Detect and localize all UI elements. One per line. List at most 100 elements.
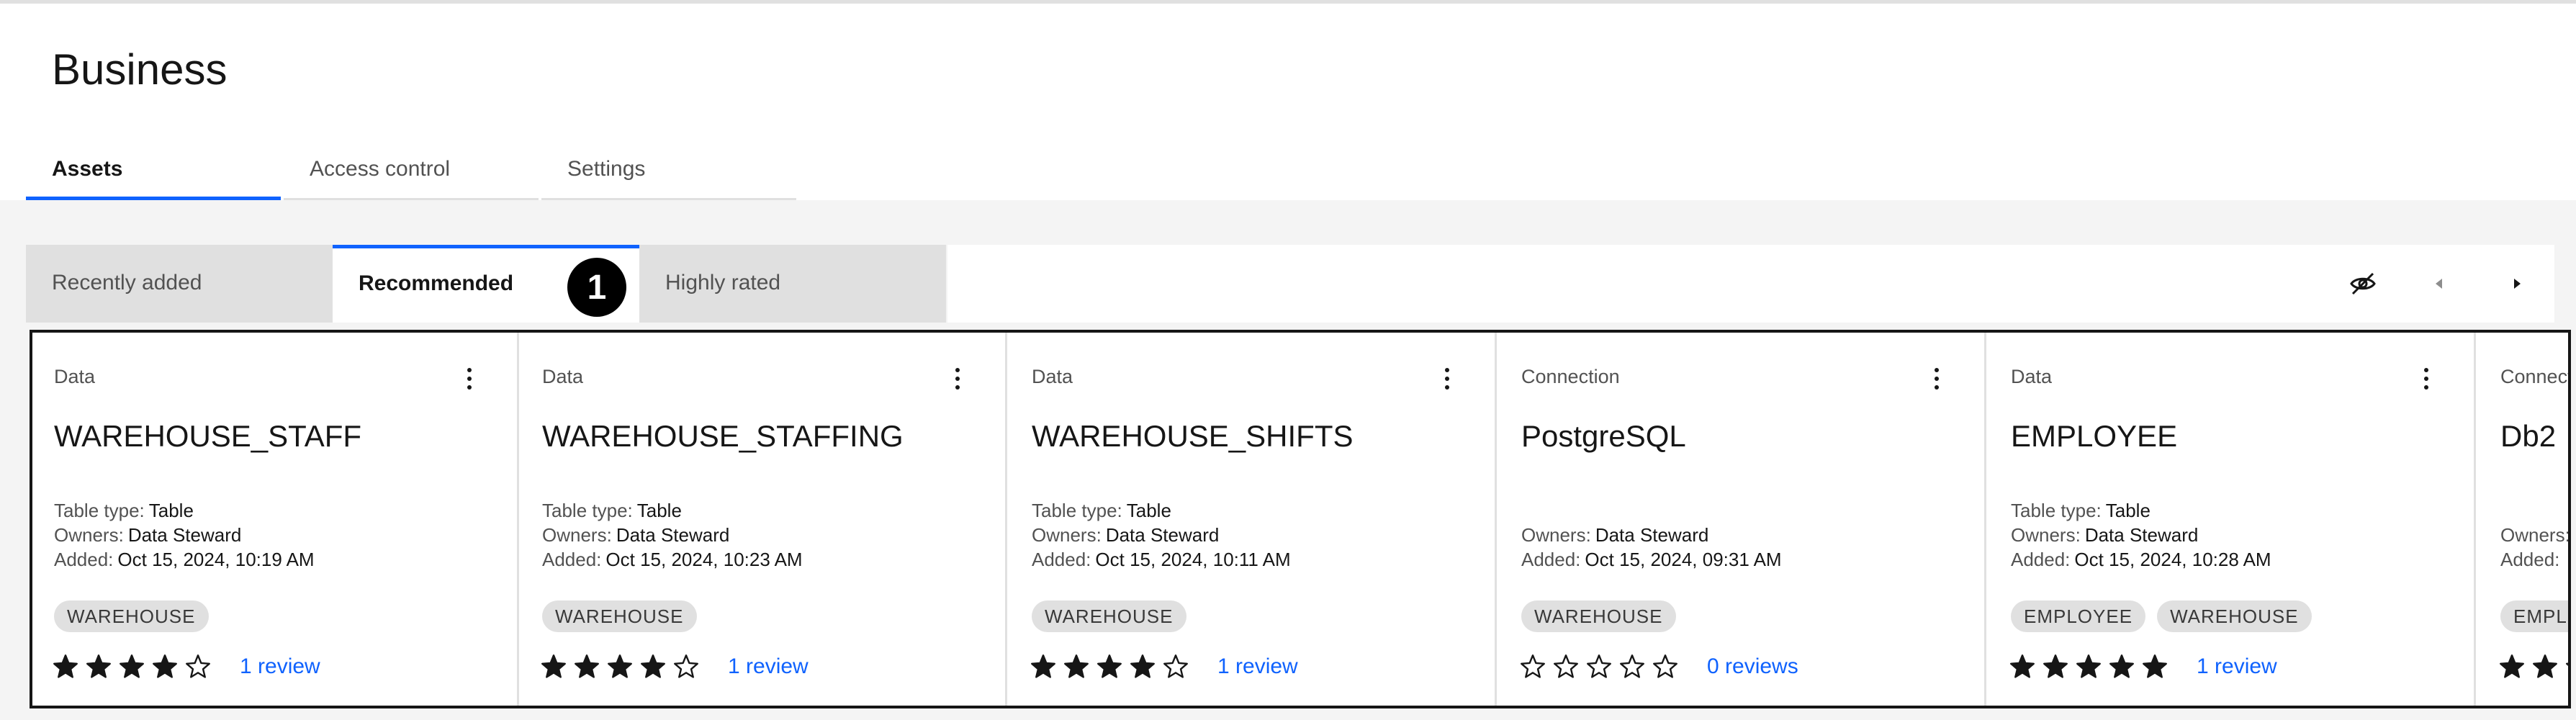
star-filled-icon	[2043, 654, 2068, 678]
star-filled-icon	[53, 654, 78, 678]
star-filled-icon	[86, 654, 111, 678]
tag[interactable]: WAREHOUSE	[1521, 600, 1676, 632]
tab-assets[interactable]: Assets	[26, 148, 281, 200]
reviews-link[interactable]: 0 reviews	[1707, 654, 1798, 679]
card-added: Added: Oct 15, 2024, 09:31 AM	[1521, 549, 1782, 570]
tag[interactable]: EMPLOYEE	[2500, 600, 2568, 632]
card-name[interactable]: Db2	[2500, 419, 2556, 454]
asset-card[interactable]: Data WAREHOUSE_STAFFING Table type: Table…	[521, 333, 1007, 706]
tag[interactable]: WAREHOUSE	[542, 600, 697, 632]
reviews-link[interactable]: 1 review	[2197, 654, 2277, 679]
card-name[interactable]: WAREHOUSE_STAFFING	[542, 419, 904, 454]
card-type: Data	[542, 366, 584, 387]
card-added: Added: Oct 15, 2024, 10:19 AM	[54, 549, 315, 570]
card-added: Added: Oct 15, 2024, 10:23 AM	[542, 549, 803, 570]
star-filled-icon	[2143, 654, 2167, 678]
asset-card[interactable]: Data EMPLOYEE Table type: Table Owners: Da…	[1989, 333, 2476, 706]
star-empty-icon	[1554, 654, 1578, 678]
card-owners: Owners: Data Steward	[54, 524, 242, 546]
card-tags: WAREHOUSE	[54, 600, 220, 632]
top-divider	[0, 0, 2576, 4]
subtab-recently-added[interactable]: Recently added	[26, 245, 333, 323]
asset-card[interactable]: Data WAREHOUSE_SHIFTS Table type: Table O…	[1010, 333, 1497, 706]
asset-card[interactable]: Connection Db2 Owners: Added: EMPLOYEE	[2479, 333, 2570, 706]
asset-card[interactable]: Data WAREHOUSE_STAFF Table type: Table Ow…	[32, 333, 519, 706]
rating	[2499, 654, 2568, 680]
overflow-menu-icon[interactable]	[465, 364, 474, 393]
star-empty-icon	[1163, 654, 1188, 678]
star-empty-icon	[674, 654, 698, 678]
rating: 1 review	[541, 654, 809, 680]
overflow-menu-icon[interactable]	[1443, 364, 1451, 393]
card-table-type: Table type: Table	[2011, 500, 2151, 521]
card-owners: Owners:	[2500, 524, 2570, 546]
card-name[interactable]: WAREHOUSE_STAFF	[54, 419, 361, 454]
star-filled-icon	[2010, 654, 2035, 678]
card-table-type: Table type: Table	[1032, 500, 1171, 521]
subtab-highly-rated[interactable]: Highly rated	[639, 245, 946, 323]
tag[interactable]: WAREHOUSE	[1032, 600, 1186, 632]
card-tags: WAREHOUSE	[1521, 600, 1688, 632]
rating: 0 reviews	[1520, 654, 1798, 680]
star-filled-icon	[641, 654, 665, 678]
star-filled-icon	[575, 654, 599, 678]
star-filled-icon	[608, 654, 632, 678]
step-badge: 1	[567, 258, 626, 317]
card-added: Added:	[2500, 549, 2560, 570]
page-title: Business	[52, 45, 228, 94]
card-name[interactable]: EMPLOYEE	[2011, 419, 2177, 454]
tab-access-control[interactable]: Access control	[284, 148, 539, 200]
tag[interactable]: WAREHOUSE	[54, 600, 209, 632]
hide-icon[interactable]	[2346, 266, 2380, 301]
tag[interactable]: EMPLOYEE	[2011, 600, 2146, 632]
rating: 1 review	[2009, 654, 2277, 680]
star-empty-icon	[186, 654, 210, 678]
next-icon[interactable]	[2500, 266, 2534, 301]
overflow-menu-icon[interactable]	[2422, 364, 2431, 393]
card-owners: Owners: Data Steward	[542, 524, 730, 546]
card-type: Connection	[2500, 366, 2568, 387]
star-filled-icon	[2109, 654, 2134, 678]
star-filled-icon	[2500, 654, 2524, 678]
star-empty-icon	[1587, 654, 1611, 678]
rating: 1 review	[53, 654, 320, 680]
card-tags: EMPLOYEE WAREHOUSE	[2011, 600, 2323, 632]
card-name[interactable]: PostgreSQL	[1521, 419, 1686, 454]
card-added: Added: Oct 15, 2024, 10:11 AM	[1032, 549, 1291, 570]
card-owners: Owners: Data Steward	[1521, 524, 1709, 546]
carousel-tabs: Recently added Recommended Highly rated	[26, 245, 946, 323]
card-tags: WAREHOUSE	[1032, 600, 1198, 632]
card-table-type: Table type: Table	[542, 500, 682, 521]
reviews-link[interactable]: 1 review	[240, 654, 320, 679]
overflow-menu-icon[interactable]	[953, 364, 962, 393]
star-empty-icon	[1521, 654, 1545, 678]
card-tags: EMPLOYEE	[2500, 600, 2568, 632]
card-type: Data	[54, 366, 96, 387]
tab-settings[interactable]: Settings	[541, 148, 796, 200]
star-empty-icon	[1620, 654, 1644, 678]
overflow-menu-icon[interactable]	[1932, 364, 1941, 393]
card-name[interactable]: WAREHOUSE_SHIFTS	[1032, 419, 1354, 454]
reviews-link[interactable]: 1 review	[1217, 654, 1298, 679]
main-tabs: Assets Access control Settings	[26, 148, 799, 200]
previous-icon[interactable]	[2422, 266, 2456, 301]
card-owners: Owners: Data Steward	[1032, 524, 1220, 546]
tag[interactable]: WAREHOUSE	[2157, 600, 2312, 632]
star-filled-icon	[120, 654, 144, 678]
star-empty-icon	[2566, 662, 2568, 666]
card-type: Data	[1032, 366, 1073, 387]
reviews-link[interactable]: 1 review	[728, 654, 809, 679]
star-empty-icon	[1653, 654, 1677, 678]
star-filled-icon	[2533, 654, 2557, 678]
carousel-toolbar	[947, 245, 2554, 323]
asset-card[interactable]: Connection PostgreSQL Owners: Data Stewar…	[1500, 333, 1986, 706]
star-filled-icon	[1031, 654, 1055, 678]
card-type: Connection	[1521, 366, 1620, 387]
star-filled-icon	[1130, 654, 1155, 678]
star-filled-icon	[541, 654, 566, 678]
card-owners: Owners: Data Steward	[2011, 524, 2199, 546]
star-filled-icon	[2076, 654, 2101, 678]
star-filled-icon	[1064, 654, 1089, 678]
card-added: Added: Oct 15, 2024, 10:28 AM	[2011, 549, 2271, 570]
star-filled-icon	[153, 654, 177, 678]
